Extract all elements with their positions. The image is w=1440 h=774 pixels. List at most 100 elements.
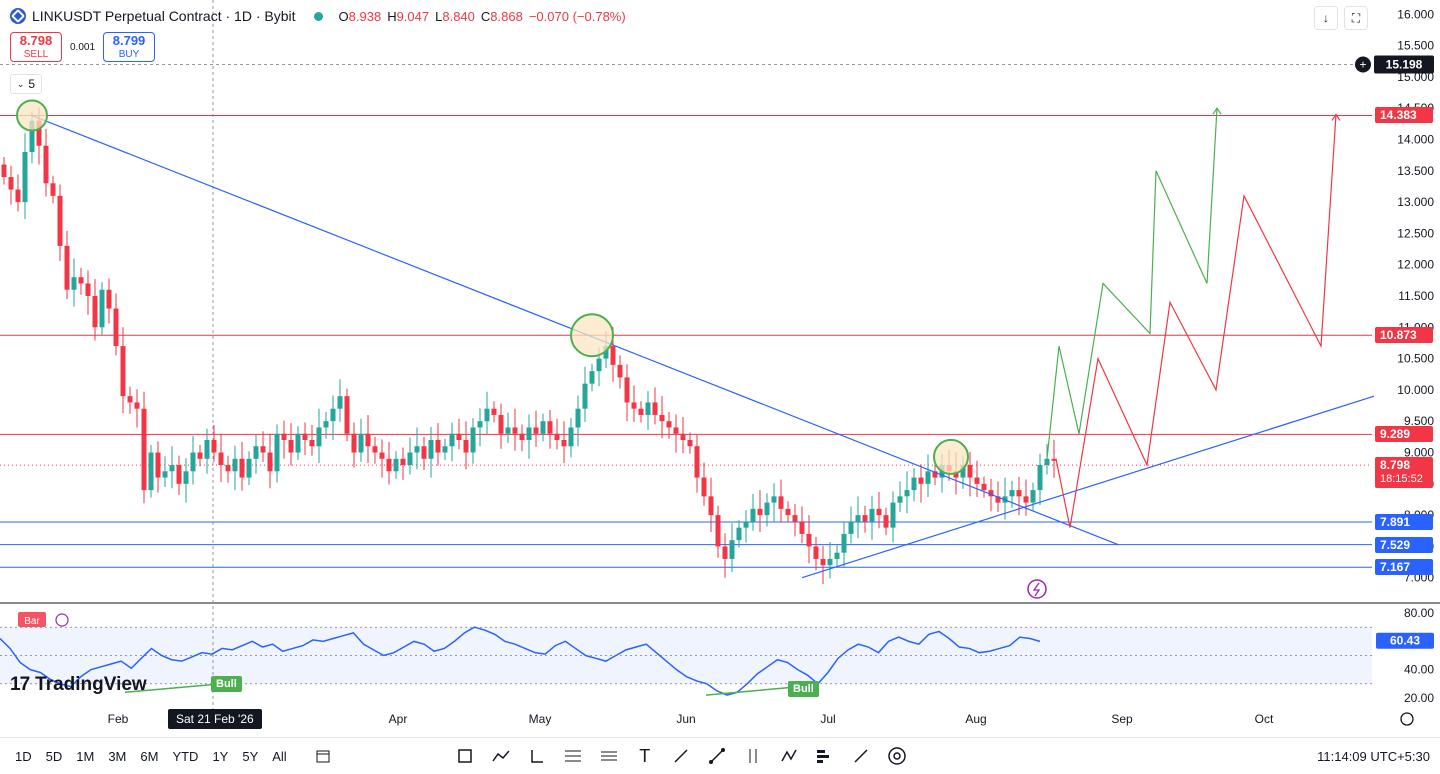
highlight-circle bbox=[933, 438, 969, 475]
y-tick-label: 14.000 bbox=[1397, 132, 1434, 146]
brush-tool-icon[interactable] bbox=[670, 745, 692, 767]
trendline-tool-icon[interactable] bbox=[706, 745, 728, 767]
candle-body bbox=[890, 502, 896, 528]
candle-body bbox=[491, 408, 497, 415]
candle-body bbox=[15, 189, 21, 203]
timeframe-ytd[interactable]: YTD bbox=[165, 749, 205, 764]
candle-body bbox=[351, 433, 357, 453]
candlesticks bbox=[1, 107, 1057, 584]
highlight-circle bbox=[570, 313, 614, 358]
candle-body bbox=[358, 433, 364, 453]
candle-body bbox=[575, 408, 581, 428]
timeframe-1d[interactable]: 1D bbox=[8, 749, 39, 764]
path-tool-icon[interactable] bbox=[490, 745, 512, 767]
timeframe-all[interactable]: All bbox=[265, 749, 293, 764]
candle-body bbox=[407, 452, 413, 466]
price-range-icon[interactable] bbox=[742, 745, 764, 767]
timeframe-3m[interactable]: 3M bbox=[101, 749, 133, 764]
y-tick-label: 13.000 bbox=[1397, 195, 1434, 209]
candle-body bbox=[512, 427, 518, 434]
rsi-settings-icon bbox=[55, 613, 69, 627]
candle-body bbox=[834, 552, 840, 559]
candle-body bbox=[463, 440, 469, 453]
candle-body bbox=[260, 446, 266, 453]
y-tick-label: 13.500 bbox=[1397, 164, 1434, 178]
y-tick-label: 10.000 bbox=[1397, 383, 1434, 397]
sell-button[interactable]: 8.798 SELL bbox=[10, 32, 62, 62]
candle-body bbox=[981, 483, 987, 491]
indicators-toggle[interactable]: ⌄ 5 bbox=[10, 74, 42, 94]
timeframe-1m[interactable]: 1M bbox=[69, 749, 101, 764]
candle-body bbox=[785, 508, 791, 516]
candle-body bbox=[1009, 490, 1015, 497]
y-tick-label: 15.500 bbox=[1397, 39, 1434, 53]
candle-body bbox=[827, 558, 833, 566]
tradingview-logo: 17 TradingView bbox=[10, 674, 147, 695]
x-tick-label: May bbox=[529, 712, 552, 726]
x-tick-label: Sep bbox=[1111, 712, 1133, 726]
timeframe-5y[interactable]: 5Y bbox=[235, 749, 265, 764]
y-tick-label: 16.000 bbox=[1397, 7, 1434, 21]
candle-body bbox=[715, 515, 721, 547]
long-position-icon[interactable] bbox=[526, 745, 548, 767]
candle-body bbox=[904, 490, 910, 497]
calendar-icon[interactable] bbox=[312, 745, 334, 767]
candle-body bbox=[1023, 496, 1029, 503]
horizontal-levels bbox=[0, 114, 1372, 568]
text-tool-icon[interactable]: T bbox=[634, 745, 656, 767]
timeframe-1y[interactable]: 1Y bbox=[205, 749, 235, 764]
candle-body bbox=[1037, 465, 1043, 491]
symbol-title[interactable]: LINKUSDT Perpetual Contract · 1D · Bybit bbox=[0, 8, 323, 24]
x-tick-label: Aug bbox=[965, 712, 986, 726]
candle-body bbox=[22, 152, 28, 203]
ruler-tool-icon[interactable] bbox=[850, 745, 872, 767]
candle-body bbox=[267, 452, 273, 472]
download-icon[interactable]: ↓ bbox=[1314, 6, 1338, 30]
price-axis: 16.00015.50015.00014.50014.00013.50013.0… bbox=[1355, 7, 1434, 585]
candle-body bbox=[617, 364, 623, 378]
candle-body bbox=[813, 546, 819, 559]
candle-body bbox=[400, 458, 406, 466]
price-label: 7.529 bbox=[1375, 536, 1433, 553]
channel-tool-icon[interactable] bbox=[598, 745, 620, 767]
buy-button[interactable]: 8.799 BUY bbox=[103, 32, 156, 62]
price-chart[interactable]: 16.00015.50015.00014.50014.00013.50013.0… bbox=[0, 0, 1440, 737]
price-label: 7.167 bbox=[1375, 559, 1433, 576]
candle-body bbox=[862, 515, 868, 522]
lightning-icon bbox=[1027, 579, 1047, 599]
candle-body bbox=[323, 421, 329, 428]
candle-body bbox=[911, 477, 917, 491]
timeframe-5d[interactable]: 5D bbox=[39, 749, 70, 764]
fib-tool-icon[interactable] bbox=[562, 745, 584, 767]
candle-body bbox=[232, 458, 238, 472]
rectangle-tool-icon[interactable] bbox=[454, 745, 476, 767]
y-tick-label: 12.500 bbox=[1397, 226, 1434, 240]
candle-body bbox=[743, 521, 749, 528]
candle-body bbox=[470, 427, 476, 453]
candle-body bbox=[1016, 490, 1022, 497]
candle-body bbox=[169, 465, 175, 472]
pattern-tool-icon[interactable] bbox=[778, 745, 800, 767]
rsi-label-text: Bar bbox=[24, 616, 40, 627]
drawing-tools: T bbox=[454, 745, 908, 767]
fullscreen-icon[interactable]: ⛶ bbox=[1344, 6, 1368, 30]
magnet-icon[interactable] bbox=[886, 745, 908, 767]
timeframe-6m[interactable]: 6M bbox=[133, 749, 165, 764]
candle-body bbox=[673, 427, 679, 434]
rsi-bull-badge: Bull bbox=[211, 676, 242, 692]
plus-icon: + bbox=[1359, 57, 1366, 71]
candle-body bbox=[855, 515, 861, 522]
x-tick-label: Oct bbox=[1255, 712, 1274, 726]
candle-body bbox=[589, 371, 595, 384]
price-label: 8.798 18:15:52 bbox=[1375, 457, 1433, 489]
candle-body bbox=[757, 508, 763, 516]
candle-body bbox=[652, 402, 658, 415]
x-tick-label: Feb bbox=[108, 712, 129, 726]
candle-body bbox=[820, 558, 826, 566]
chart-header: LINKUSDT Perpetual Contract · 1D · Bybit… bbox=[0, 0, 626, 32]
volume-profile-icon[interactable] bbox=[814, 745, 836, 767]
candle-body bbox=[8, 177, 14, 190]
candle-body bbox=[568, 427, 574, 447]
candle-body bbox=[106, 289, 112, 309]
candle-body bbox=[204, 440, 210, 459]
